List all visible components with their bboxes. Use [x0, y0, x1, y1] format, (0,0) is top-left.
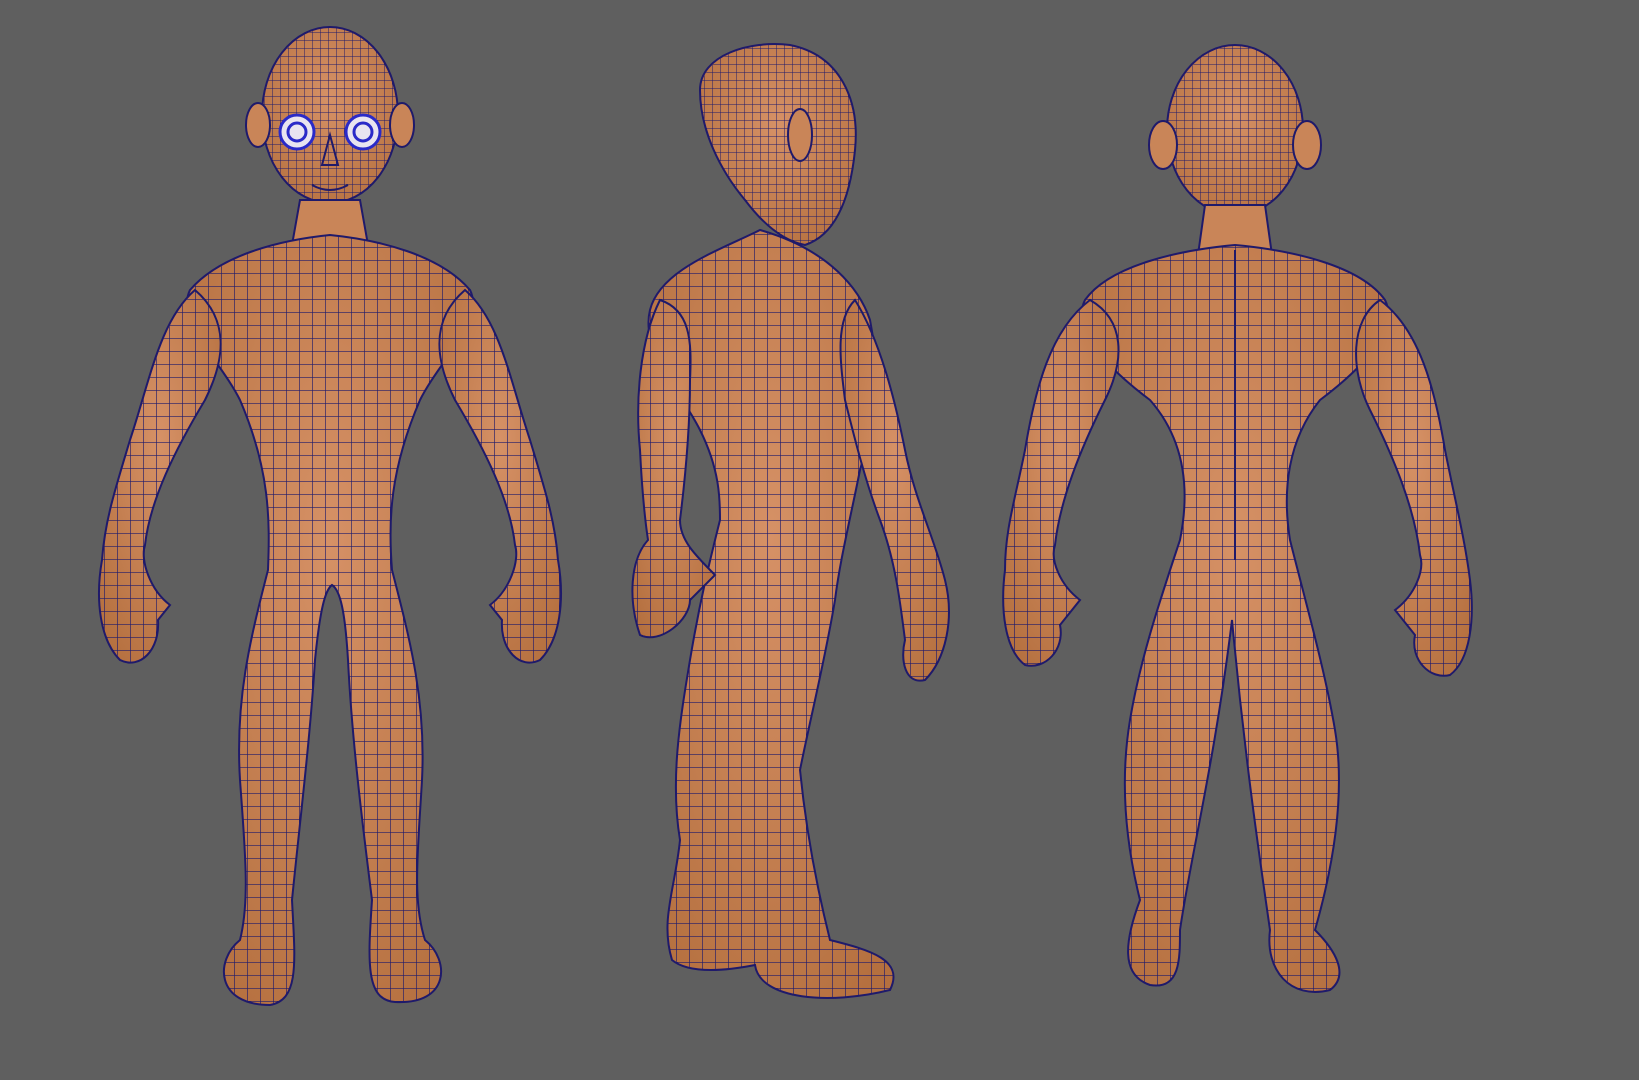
- character-three-quarter-back-view[interactable]: [631, 43, 950, 999]
- viewport-canvas[interactable]: [0, 0, 1639, 1080]
- character-back-view[interactable]: [1002, 44, 1473, 993]
- threequarter-body-mesh: [631, 43, 950, 999]
- back-body-mesh: [1002, 44, 1473, 993]
- front-body-mesh: [98, 26, 562, 1007]
- 3d-viewport[interactable]: [0, 0, 1639, 1080]
- character-front-view[interactable]: [98, 26, 562, 1007]
